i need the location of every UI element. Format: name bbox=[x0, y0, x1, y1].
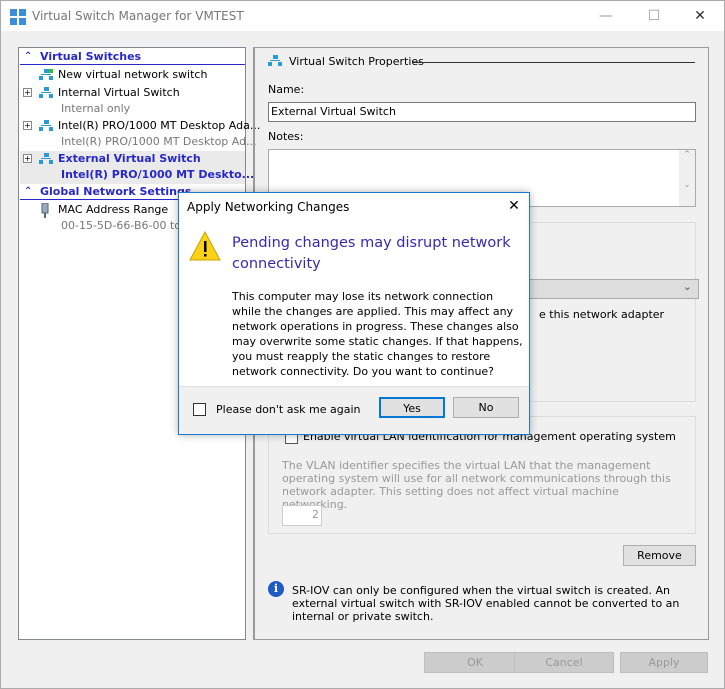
allow-management-label: e this network adapter bbox=[539, 308, 665, 321]
network-switch-icon bbox=[39, 153, 53, 164]
sriov-info-text: SR-IOV can only be configured when the v… bbox=[292, 584, 680, 623]
maximize-button[interactable]: ☐ bbox=[639, 5, 669, 27]
item-sublabel: Internal only bbox=[61, 102, 131, 115]
new-switch-icon bbox=[39, 69, 53, 80]
header-label: Virtual Switches bbox=[40, 50, 142, 63]
expand-icon[interactable]: + bbox=[23, 154, 32, 163]
expand-icon[interactable]: + bbox=[23, 121, 32, 130]
apply-networking-changes-dialog: Apply Networking Changes ✕ Pending chang… bbox=[178, 192, 530, 435]
dialog-body: This computer may lose its network conne… bbox=[232, 290, 523, 378]
vlan-description: The VLAN identifier specifies the virtua… bbox=[282, 459, 671, 511]
close-button[interactable]: ✕ bbox=[685, 5, 715, 27]
item-label: New virtual network switch bbox=[58, 68, 208, 81]
dialog-footer: Please don't ask me again Yes No bbox=[179, 386, 529, 434]
yes-button[interactable]: Yes bbox=[379, 397, 445, 418]
ok-button[interactable]: OK bbox=[424, 652, 526, 673]
network-adapter-icon bbox=[41, 203, 49, 218]
header-label: Global Network Settings bbox=[40, 185, 192, 198]
tree-item-switch[interactable]: + Intel(R) PRO/1000 MT Desktop Ada... In… bbox=[19, 118, 260, 151]
dialog-heading: Pending changes may disrupt network conn… bbox=[232, 235, 511, 272]
item-sublabel: Intel(R) PRO/1000 MT Deskto... bbox=[61, 168, 255, 181]
name-label: Name: bbox=[268, 83, 305, 96]
dont-ask-checkbox[interactable] bbox=[193, 403, 206, 416]
tree-item-new-switch[interactable]: New virtual network switch bbox=[19, 67, 245, 84]
item-label: MAC Address Range bbox=[58, 203, 169, 216]
chevron-down-icon: ⌄ bbox=[682, 280, 692, 293]
expand-icon[interactable]: + bbox=[23, 88, 32, 97]
no-button[interactable]: No bbox=[453, 397, 519, 418]
name-input[interactable]: External Virtual Switch bbox=[268, 102, 696, 122]
dialog-title: Apply Networking Changes bbox=[187, 200, 350, 214]
collapse-icon: ⌃ bbox=[24, 51, 33, 62]
header-divider bbox=[413, 62, 695, 63]
cancel-button[interactable]: Cancel bbox=[514, 652, 614, 673]
notes-label: Notes: bbox=[268, 130, 304, 143]
app-icon bbox=[10, 9, 26, 25]
notes-scrollbar[interactable]: ⌃ ⌄ bbox=[679, 150, 695, 206]
title-bar: Virtual Switch Manager for VMTEST — ☐ ✕ bbox=[1, 1, 724, 31]
tree-item-switch-selected[interactable]: + External Virtual Switch Intel(R) PRO/1… bbox=[20, 151, 254, 184]
tree-item-switch[interactable]: + Internal Virtual Switch Internal only bbox=[19, 85, 245, 118]
dialog-close-button[interactable]: ✕ bbox=[501, 195, 527, 217]
dont-ask-label: Please don't ask me again bbox=[216, 403, 361, 416]
network-switch-icon bbox=[39, 87, 53, 98]
item-label: Intel(R) PRO/1000 MT Desktop Ada... bbox=[58, 119, 261, 132]
info-icon: i bbox=[268, 581, 284, 597]
virtual-switches-header[interactable]: ⌃ Virtual Switches bbox=[20, 49, 245, 65]
item-label: External Virtual Switch bbox=[58, 152, 201, 165]
adapter-dropdown[interactable]: ⌄ bbox=[519, 279, 699, 299]
warning-icon bbox=[189, 231, 221, 261]
minimize-button[interactable]: — bbox=[591, 5, 621, 27]
network-switch-icon bbox=[268, 55, 282, 66]
collapse-icon: ⌃ bbox=[24, 186, 33, 197]
apply-button[interactable]: Apply bbox=[620, 652, 708, 673]
properties-header: Virtual Switch Properties bbox=[289, 55, 424, 68]
network-switch-icon bbox=[39, 120, 53, 131]
window-title: Virtual Switch Manager for VMTEST bbox=[32, 9, 244, 23]
vlan-id-input[interactable]: 2 bbox=[282, 505, 322, 526]
remove-button[interactable]: Remove bbox=[623, 545, 696, 566]
item-label: Internal Virtual Switch bbox=[58, 86, 180, 99]
item-sublabel: Intel(R) PRO/1000 MT Desktop Ad... bbox=[61, 135, 257, 148]
